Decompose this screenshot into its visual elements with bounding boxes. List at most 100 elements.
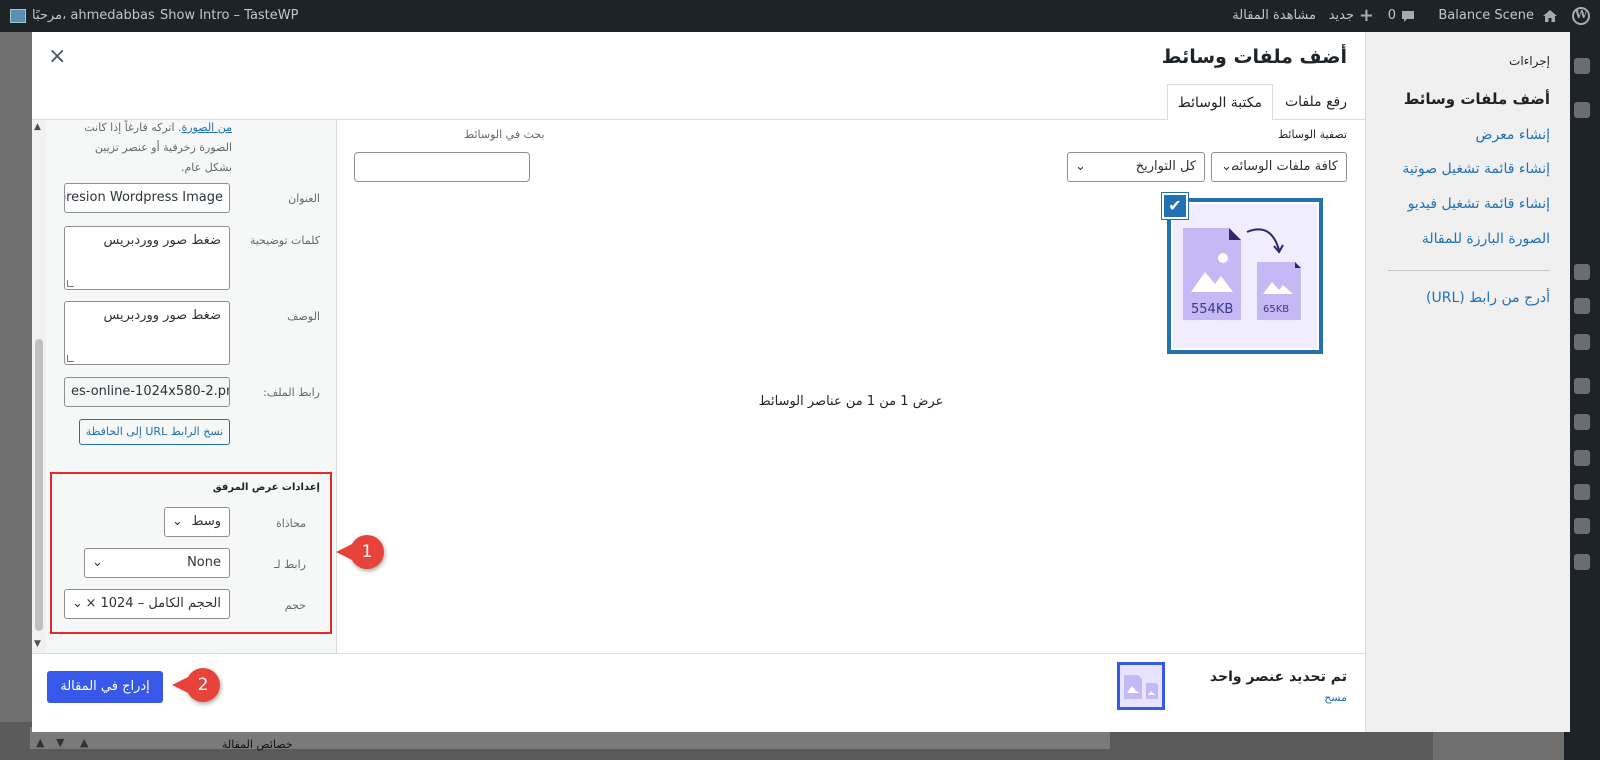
collapse-icon[interactable] <box>1574 554 1590 570</box>
attachment-thumbnail[interactable]: 554KB 65KB <box>1167 198 1323 354</box>
chevron-up-icon[interactable]: ▲ <box>36 736 44 749</box>
callout-badge: 1 <box>336 535 384 569</box>
comments-icon[interactable] <box>1398 0 1416 32</box>
selection-thumbnail[interactable] <box>1117 662 1165 710</box>
plus-icon[interactable]: + <box>1359 0 1374 32</box>
scroll-down-icon[interactable]: ▼ <box>34 639 41 649</box>
description-textarea[interactable]: ضغط صور ووردبريس <box>64 301 230 365</box>
file-url-value: es-online-1024x580-2.png <box>71 384 230 399</box>
settings-icon[interactable] <box>1574 518 1590 534</box>
chevron-down-icon: ⌄ <box>72 590 83 618</box>
copy-url-button[interactable]: نسخ الرابط URL إلى الحافظة <box>79 419 230 445</box>
align-select[interactable]: وسط ⌄ <box>164 507 230 537</box>
caption-value: ضغط صور ووردبريس <box>103 233 221 248</box>
scroll-up-icon[interactable]: ▲ <box>34 122 41 132</box>
chevron-down-icon[interactable]: ▼ <box>56 736 64 749</box>
media-type-value: كافة ملفات الوسائط <box>1227 159 1338 174</box>
filter-label: تصفية الوسائط <box>1277 128 1347 141</box>
attachment-details: من الصورة. اتركه فارغاً إذا كانت الصورة … <box>32 120 337 653</box>
chevron-down-icon: ⌄ <box>1219 153 1232 181</box>
appearance-icon[interactable] <box>1574 378 1590 394</box>
users-icon[interactable] <box>1574 450 1590 466</box>
link-to-label: رابط لـ <box>274 558 306 571</box>
link-to-select[interactable]: None ⌄ <box>84 548 230 578</box>
description-label: الوصف <box>287 310 320 323</box>
tab-media-library[interactable]: مكتبة الوسائط <box>1166 84 1273 121</box>
router-tabs: رفع ملفات مكتبة الوسائط <box>32 84 1365 121</box>
close-icon[interactable]: × <box>48 44 66 69</box>
link-to-value: None <box>187 555 221 570</box>
file-url-label: رابط الملف: <box>263 386 320 399</box>
compression-image-icon <box>1183 228 1301 320</box>
post-box-title: خصائص المقالة <box>222 738 293 751</box>
caption-label: كلمات توضيحية <box>249 234 320 247</box>
align-value: وسط <box>191 514 221 529</box>
display-settings-heading: إعدادات عرض المرفق <box>212 482 320 493</box>
chevron-down-icon: ⌄ <box>92 555 103 570</box>
comments-menu-icon[interactable] <box>1574 334 1590 350</box>
insert-into-post-button[interactable]: إدراج في المقالة <box>47 671 163 703</box>
tab-upload-files[interactable]: رفع ملفات <box>1275 84 1357 120</box>
media-modal: إجراءات أضف ملفات وسائط إنشاء معرض إنشاء… <box>32 32 1570 732</box>
site-tab[interactable]: Show Intro – TasteWP <box>160 0 298 32</box>
dashboard-icon[interactable] <box>1574 58 1590 74</box>
menu-heading: إجراءات <box>1509 54 1550 68</box>
menu-item-insert-from-url[interactable]: أدرج من رابط (URL) <box>1426 290 1550 306</box>
view-post-link[interactable]: مشاهدة المقالة <box>1232 0 1316 32</box>
alt-help-link[interactable]: من الصورة <box>182 121 232 134</box>
details-scrollbar[interactable]: ▲ ▼ <box>32 120 46 653</box>
media-toolbar: إدراج في المقالة تم تحديد عنصر واحد مسح <box>32 653 1365 732</box>
size-before-label: 554KB <box>1191 302 1234 317</box>
home-icon[interactable] <box>1542 0 1558 32</box>
callout-badge: 2 <box>172 668 220 702</box>
file-url-input[interactable]: es-online-1024x580-2.png <box>64 377 230 407</box>
chevron-down-icon: ⌄ <box>1075 159 1086 174</box>
new-content-link[interactable]: جديد <box>1329 0 1354 32</box>
results-count: عرض 1 من 1 من عناصر الوسائط <box>758 394 944 409</box>
size-after-label: 65KB <box>1263 304 1290 315</box>
selection-count: تم تحديد عنصر واحد <box>1209 669 1347 685</box>
title-value: Compresion Wordpress Image <box>65 190 223 205</box>
clear-selection-link[interactable]: مسح <box>1324 691 1347 704</box>
avatar[interactable] <box>10 9 26 23</box>
site-name[interactable]: Balance Scene <box>1438 0 1534 32</box>
posts-icon[interactable] <box>1574 102 1590 118</box>
title-label: العنوان <box>288 192 320 205</box>
date-filter[interactable]: كل التواريخ ⌄ <box>1067 152 1205 182</box>
modal-title: أضف ملفات وسائط <box>1161 46 1347 68</box>
size-label: حجم <box>284 599 306 612</box>
alt-text-help: من الصورة. اتركه فارغاً إذا كانت الصورة … <box>72 120 232 178</box>
search-input[interactable] <box>354 152 530 182</box>
menu-item-audio-playlist[interactable]: إنشاء قائمة تشغيل صوتية <box>1402 161 1550 177</box>
compression-image-small-icon <box>1124 675 1158 699</box>
frame-title: أضف ملفات وسائط <box>32 32 1365 84</box>
pages-icon[interactable] <box>1574 298 1590 314</box>
wordpress-logo-icon[interactable] <box>1572 7 1590 25</box>
menu-item-add-media[interactable]: أضف ملفات وسائط <box>1404 90 1550 108</box>
admin-bar: Balance Scene 0 + جديد مشاهدة المقالة Sh… <box>0 0 1600 32</box>
search-label: بحث في الوسائط <box>464 128 545 141</box>
comments-count[interactable]: 0 <box>1388 0 1396 32</box>
media-type-filter[interactable]: كافة ملفات الوسائط ⌄ <box>1211 152 1347 182</box>
plugins-icon[interactable] <box>1574 414 1590 430</box>
date-filter-value: كل التواريخ <box>1135 159 1196 174</box>
caption-textarea[interactable]: ضغط صور ووردبريس <box>64 226 230 290</box>
menu-item-featured-image[interactable]: الصورة البارزة للمقالة <box>1422 231 1550 247</box>
scrollbar-thumb[interactable] <box>35 339 43 631</box>
size-select[interactable]: الحجم الكامل – 1024 × ⌄ <box>64 589 230 619</box>
attachments-browser: تصفية الوسائط كافة ملفات الوسائط ⌄ كل ال… <box>337 120 1365 653</box>
align-label: محاذاة <box>275 517 306 530</box>
tools-icon[interactable] <box>1574 484 1590 500</box>
menu-item-video-playlist[interactable]: إنشاء قائمة تشغيل فيديو <box>1408 196 1550 212</box>
title-input[interactable]: Compresion Wordpress Image <box>64 183 230 213</box>
chevron-down-icon: ⌄ <box>172 514 183 529</box>
menu-item-create-gallery[interactable]: إنشاء معرض <box>1476 127 1550 143</box>
description-value: ضغط صور ووردبريس <box>103 308 221 323</box>
checkmark-icon[interactable]: ✔ <box>1162 193 1188 219</box>
size-value: الحجم الكامل – 1024 × <box>85 596 221 611</box>
media-frame-menu: إجراءات أضف ملفات وسائط إنشاء معرض إنشاء… <box>1365 32 1570 732</box>
account-greeting[interactable]: مرحبًا، ahmedabbas <box>32 0 155 32</box>
menu-separator <box>1388 270 1550 271</box>
chevron-up-small-icon[interactable]: ▲ <box>80 736 88 749</box>
media-icon[interactable] <box>1574 264 1590 280</box>
